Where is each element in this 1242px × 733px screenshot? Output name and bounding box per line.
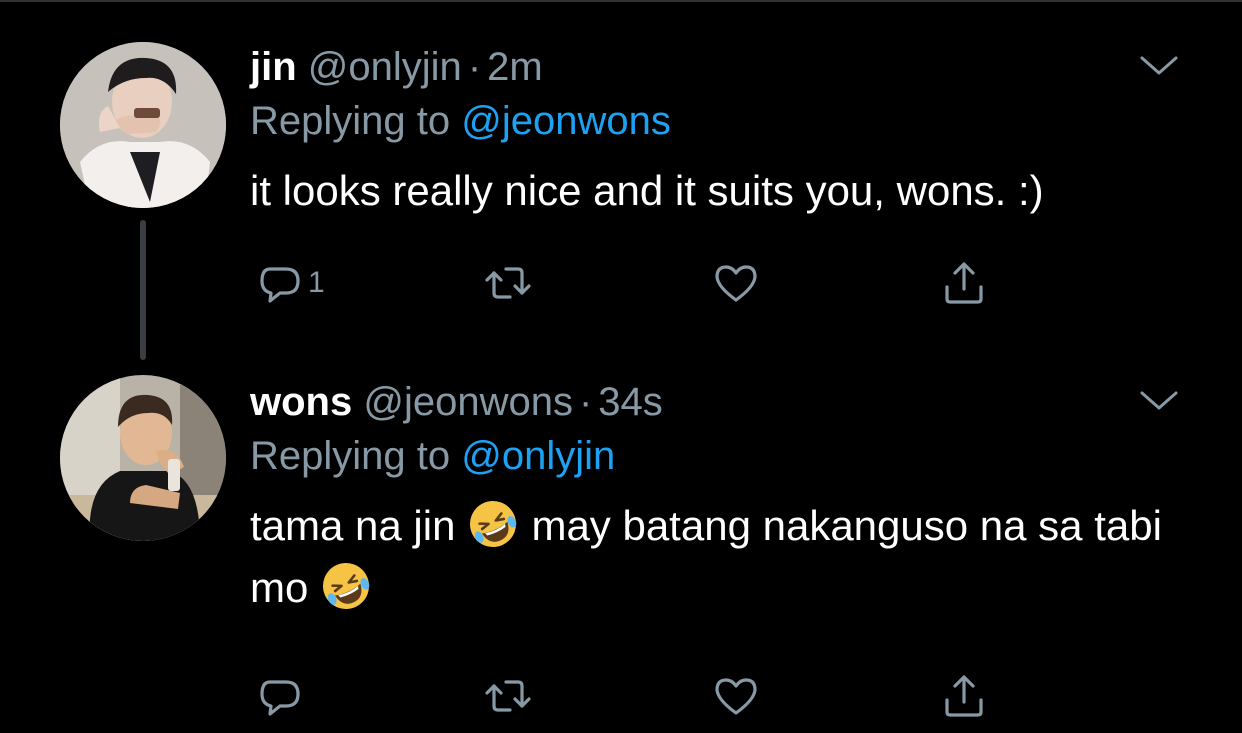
tweet-body: wons @jeonwons · 34s Replying to @onlyjin … xyxy=(250,375,1182,717)
reply-button[interactable] xyxy=(256,671,308,721)
tweet-body: jin @onlyjin · 2m Replying to @jeonwons it… xyxy=(250,40,1182,304)
retweet-button[interactable] xyxy=(484,671,532,721)
rofl-emoji-icon xyxy=(320,560,372,612)
tweet-header: wons @jeonwons · 34s xyxy=(250,375,1182,429)
tweet-thread-screen: jin @onlyjin · 2m Replying to @jeonwons it… xyxy=(0,0,1242,733)
replying-to-mention[interactable]: @jeonwons xyxy=(461,99,671,143)
like-button[interactable] xyxy=(712,671,760,721)
replying-to-prefix: Replying to xyxy=(250,434,451,478)
share-icon xyxy=(945,262,983,304)
tweet-jin[interactable]: jin @onlyjin · 2m Replying to @jeonwons it… xyxy=(0,2,1242,360)
separator-dot: · xyxy=(467,45,482,89)
avatar-wons-image xyxy=(60,375,226,541)
tweet-text: it looks really nice and it suits you, w… xyxy=(250,167,1044,214)
tweet-text: tama na jin may batang nakanguso na sa t… xyxy=(250,495,1182,619)
user-handle[interactable]: @jeonwons xyxy=(363,380,573,424)
timestamp[interactable]: 2m xyxy=(487,45,543,89)
tweet-action-bar: 1 xyxy=(250,258,1010,308)
separator-dot: · xyxy=(578,380,593,424)
display-name[interactable]: jin xyxy=(250,45,297,89)
replying-to-prefix: Replying to xyxy=(250,99,451,143)
reply-count: 1 xyxy=(308,266,325,299)
like-button[interactable] xyxy=(712,258,760,308)
tweet-action-bar xyxy=(250,671,1010,721)
replying-to-line: Replying to @jeonwons xyxy=(250,94,1182,148)
rofl-emoji-icon xyxy=(467,498,519,550)
tweet-header: jin @onlyjin · 2m xyxy=(250,40,1182,94)
replying-to-line: Replying to @onlyjin xyxy=(250,429,1182,483)
chevron-down-icon[interactable] xyxy=(1136,385,1182,415)
heart-icon xyxy=(715,265,757,302)
avatar-jin[interactable] xyxy=(60,42,226,208)
reply-icon xyxy=(260,267,300,303)
share-button[interactable] xyxy=(940,671,988,721)
reply-icon xyxy=(260,680,300,716)
retweet-icon xyxy=(485,680,531,712)
avatar-wons[interactable] xyxy=(60,375,226,541)
reply-button[interactable]: 1 xyxy=(256,258,325,308)
avatar-jin-image xyxy=(60,42,226,208)
chevron-down-icon[interactable] xyxy=(1136,50,1182,80)
retweet-button[interactable] xyxy=(484,258,532,308)
share-button[interactable] xyxy=(940,258,988,308)
tweet-wons[interactable]: wons @jeonwons · 34s Replying to @onlyjin … xyxy=(0,357,1242,733)
display-name[interactable]: wons xyxy=(250,380,352,424)
thread-connector-line xyxy=(140,220,146,360)
tweet-text-part-1: tama na jin xyxy=(250,502,456,549)
timestamp[interactable]: 34s xyxy=(598,380,663,424)
user-handle[interactable]: @onlyjin xyxy=(308,45,462,89)
heart-icon xyxy=(715,678,757,715)
share-icon xyxy=(945,675,983,717)
retweet-icon xyxy=(485,267,531,299)
replying-to-mention[interactable]: @onlyjin xyxy=(461,434,615,478)
